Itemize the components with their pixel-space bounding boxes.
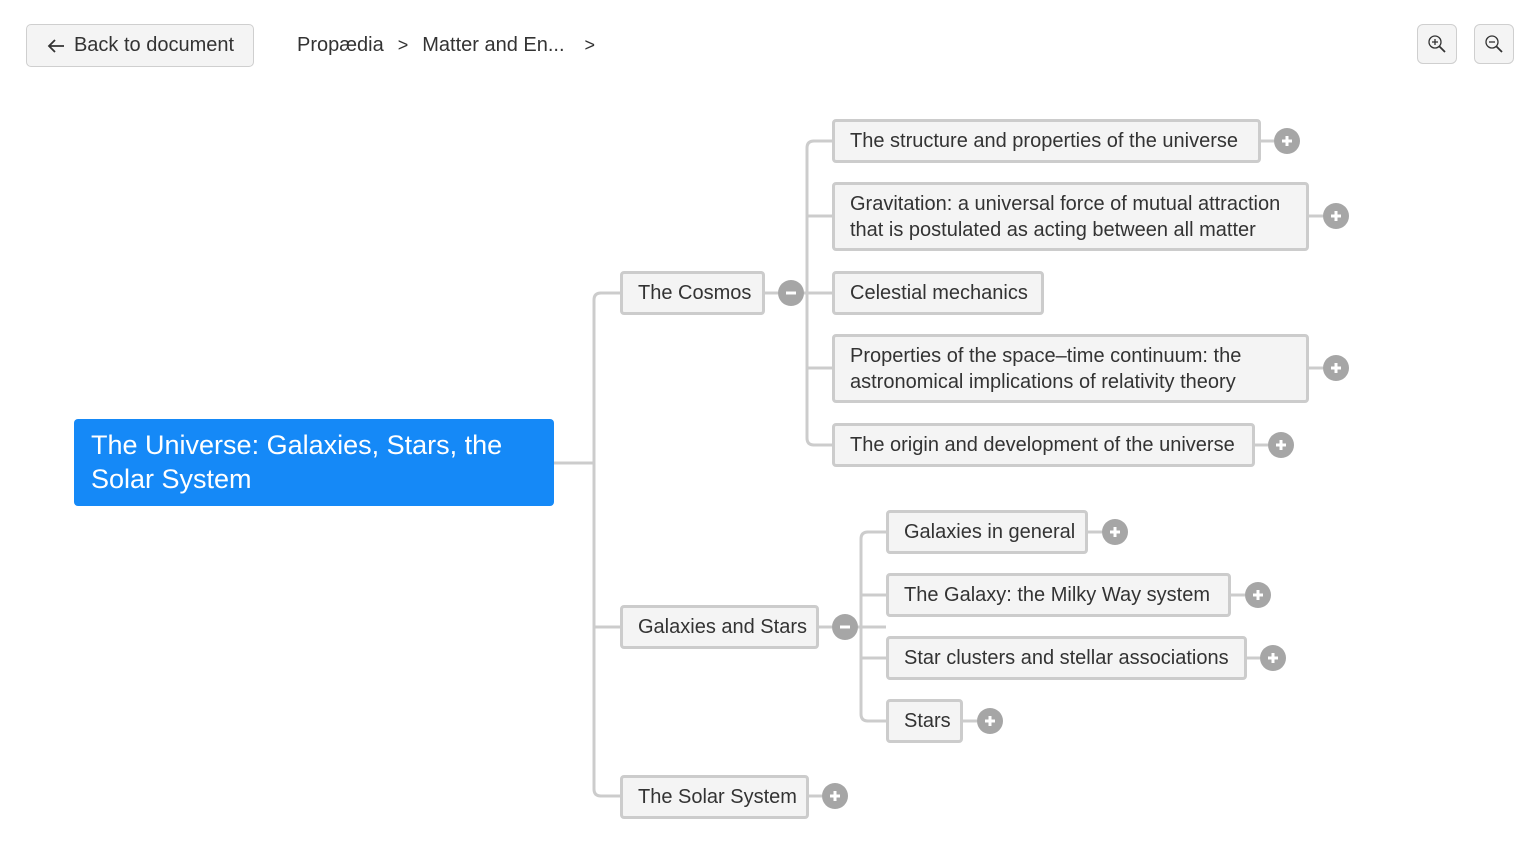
- plus-icon: [1331, 211, 1341, 221]
- plus-icon: [830, 791, 840, 801]
- node-galaxies-and-stars[interactable]: Galaxies and Stars: [620, 605, 819, 649]
- breadcrumb-separator: >: [584, 35, 596, 55]
- connector-galaxies-plus: [962, 530, 1260, 723]
- connector-cosmos-trunk: [805, 139, 832, 447]
- plus-icon: [1282, 136, 1292, 146]
- zoom-out-icon: [1485, 35, 1503, 53]
- minus-icon: [840, 625, 850, 629]
- expand-toggle[interactable]: [1245, 582, 1271, 608]
- connector-galaxies-trunk: [859, 530, 886, 723]
- minus-icon: [786, 291, 796, 295]
- expand-toggle[interactable]: [1268, 432, 1294, 458]
- connector-trunk-level1: [592, 291, 620, 798]
- node-the-cosmos[interactable]: The Cosmos: [620, 271, 765, 315]
- back-to-document-label: Back to document: [73, 34, 235, 56]
- node-the-solar-system[interactable]: The Solar System: [620, 775, 809, 819]
- node-space-time-continuum[interactable]: Properties of the space–time continuum: …: [832, 334, 1309, 403]
- node-milky-way-system[interactable]: The Galaxy: the Milky Way system: [886, 573, 1231, 617]
- back-to-document-button[interactable]: Back to document: [26, 24, 254, 67]
- root-node[interactable]: The Universe: Galaxies, Stars, the Solar…: [74, 419, 554, 506]
- node-origin-and-development[interactable]: The origin and development of the univer…: [832, 423, 1255, 467]
- expand-toggle[interactable]: [977, 708, 1003, 734]
- plus-icon: [1331, 363, 1341, 373]
- breadcrumb: Propædia > Matter and En... >: [297, 34, 609, 57]
- arrow-left-icon: [47, 38, 64, 53]
- expand-toggle-the-solar-system[interactable]: [822, 783, 848, 809]
- zoom-in-icon: [1428, 35, 1446, 53]
- node-star-clusters[interactable]: Star clusters and stellar associations: [886, 636, 1247, 680]
- expand-toggle[interactable]: [1323, 203, 1349, 229]
- breadcrumb-separator: >: [397, 35, 409, 55]
- plus-icon: [1276, 440, 1286, 450]
- node-celestial-mechanics[interactable]: Celestial mechanics: [832, 271, 1044, 315]
- plus-icon: [1110, 527, 1120, 537]
- plus-icon: [1253, 590, 1263, 600]
- expand-toggle[interactable]: [1260, 645, 1286, 671]
- plus-icon: [1268, 653, 1278, 663]
- node-stars[interactable]: Stars: [886, 699, 963, 743]
- node-structure-and-properties[interactable]: The structure and properties of the univ…: [832, 119, 1261, 163]
- node-galaxies-in-general[interactable]: Galaxies in general: [886, 510, 1088, 554]
- expand-toggle[interactable]: [1102, 519, 1128, 545]
- plus-icon: [985, 716, 995, 726]
- zoom-out-button[interactable]: [1474, 24, 1514, 64]
- collapse-toggle-the-cosmos[interactable]: [778, 280, 804, 306]
- breadcrumb-item-propaedia[interactable]: Propædia: [297, 34, 384, 57]
- zoom-in-button[interactable]: [1417, 24, 1457, 64]
- expand-toggle[interactable]: [1274, 128, 1300, 154]
- breadcrumb-item-matter-and-energy[interactable]: Matter and En...: [422, 34, 564, 57]
- collapse-toggle-galaxies-and-stars[interactable]: [832, 614, 858, 640]
- expand-toggle[interactable]: [1323, 355, 1349, 381]
- node-gravitation[interactable]: Gravitation: a universal force of mutual…: [832, 182, 1309, 251]
